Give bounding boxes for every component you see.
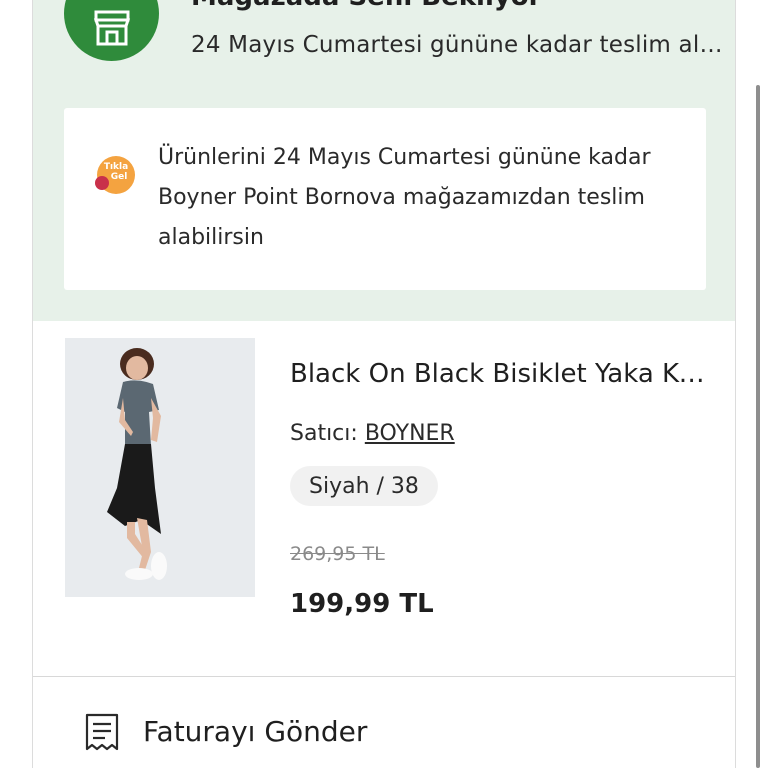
hand-pointer-icon	[95, 176, 109, 190]
old-price: 269,95 TL	[290, 543, 385, 565]
delivery-status-title: Mağazada Seni Bekliyor	[191, 0, 542, 12]
seller-info: Satıcı: BOYNER	[290, 421, 455, 446]
send-invoice-button[interactable]: Faturayı Gönder	[33, 677, 735, 768]
receipt-icon	[85, 713, 119, 751]
product-name[interactable]: Black On Black Bisiklet Yaka Kadın Tişör…	[290, 359, 710, 389]
tikla-gel-logo-icon: Tıkla Gel	[95, 156, 135, 194]
pickup-info-message: Ürünlerini 24 Mayıs Cumartesi gününe kad…	[158, 145, 651, 250]
badge-text-1: Tıkla	[103, 162, 129, 172]
send-invoice-label: Faturayı Gönder	[143, 715, 368, 748]
current-price: 199,99 TL	[290, 589, 434, 619]
product-image[interactable]	[65, 338, 255, 597]
product-row[interactable]: Black On Black Bisiklet Yaka Kadın Tişör…	[33, 321, 735, 677]
variant-chip: Siyah / 38	[290, 466, 438, 506]
order-card: Mağazada Seni Bekliyor 24 Mayıs Cumartes…	[32, 0, 736, 768]
seller-link[interactable]: BOYNER	[365, 421, 455, 446]
pickup-info-box: Tıkla Gel Ürünlerini 24 Mayıs Cumartesi …	[64, 108, 706, 290]
seller-label: Satıcı:	[290, 421, 358, 446]
store-icon	[64, 0, 159, 61]
scrollbar[interactable]	[756, 85, 760, 768]
delivery-status-subtitle: 24 Mayıs Cumartesi gününe kadar teslim a…	[191, 32, 736, 58]
delivery-status-section: Mağazada Seni Bekliyor 24 Mayıs Cumartes…	[33, 0, 735, 321]
